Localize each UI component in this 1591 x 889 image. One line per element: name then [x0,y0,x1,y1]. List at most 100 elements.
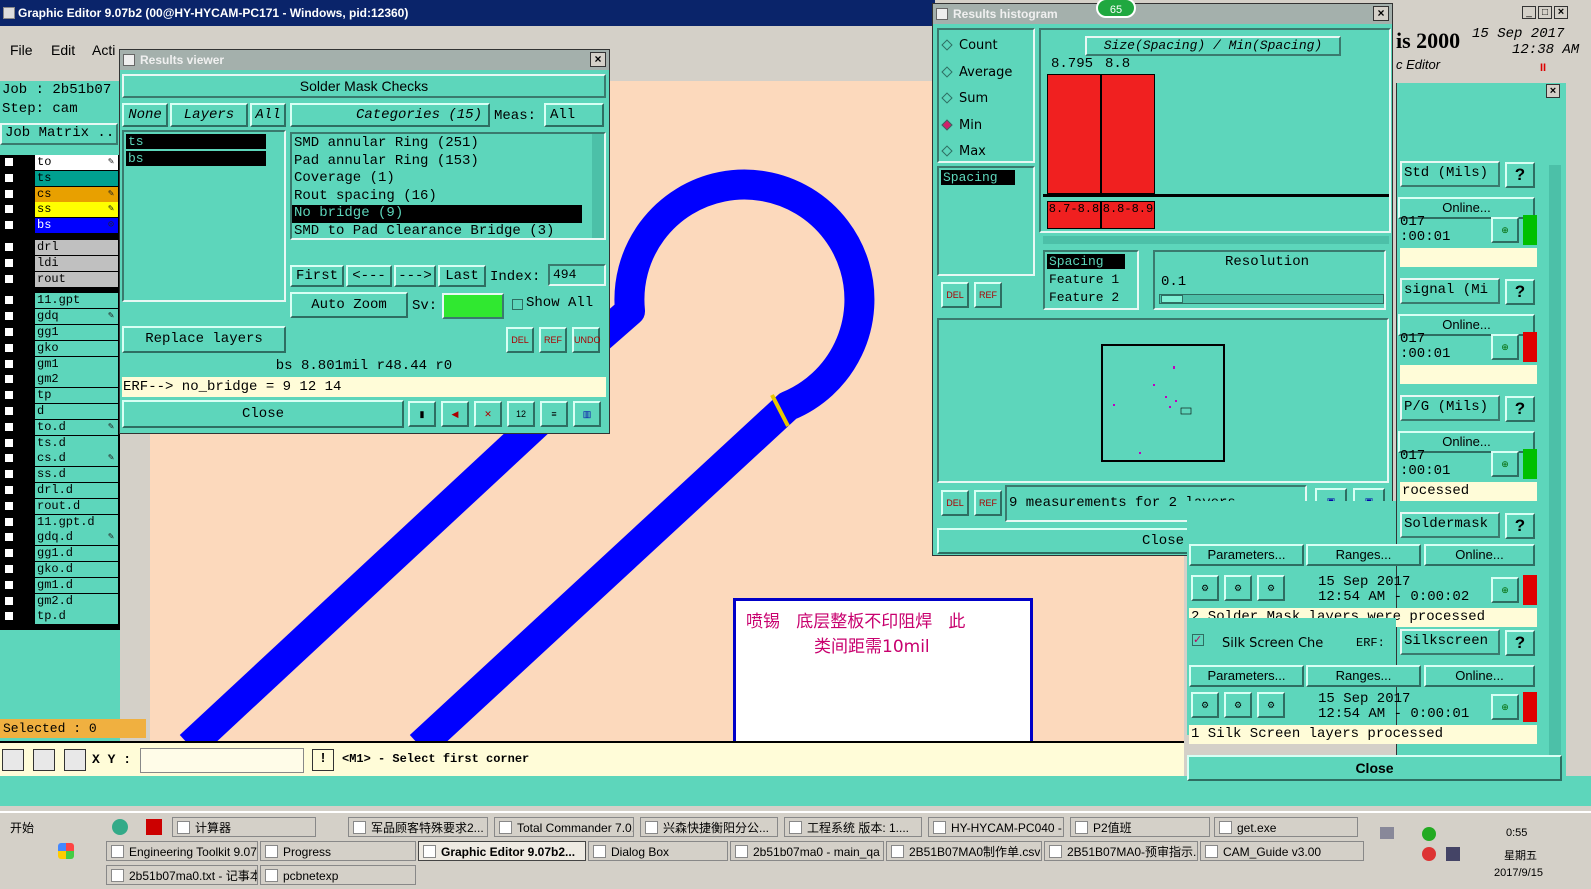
taskbar-item[interactable]: Dialog Box [588,841,728,861]
category-item[interactable]: SMD annular Ring (251) [292,135,604,153]
layer-affected-toggle[interactable] [19,593,33,609]
show-all-checkbox[interactable] [512,299,523,310]
ranges-button[interactable]: Ranges... [1306,544,1421,566]
layer-affected-toggle[interactable] [19,388,33,404]
parameters-button[interactable]: Parameters... [1189,665,1304,687]
layer-checkbox[interactable] [4,172,14,183]
layer-name[interactable]: ldi [35,255,118,271]
layer-checkbox[interactable] [4,390,14,401]
zoom-icon[interactable]: ⊕ [1491,334,1519,360]
tray-google-icon[interactable] [1422,847,1436,861]
layer-affected-toggle[interactable] [19,240,33,255]
histogram-bar[interactable] [1047,74,1101,194]
layer-checkbox[interactable] [4,188,14,199]
layer-checkbox[interactable] [4,157,14,167]
measurement-item-spacing[interactable]: Spacing [941,170,1015,185]
layer-row[interactable]: rout.d [0,498,118,514]
layer-affected-toggle[interactable] [19,514,33,530]
silk-check-icon[interactable]: ✓ [1192,634,1204,646]
layer-affected-toggle[interactable] [19,435,33,451]
ref-button[interactable]: REF [539,327,567,353]
layer-row[interactable]: to.d ✎ [0,419,118,435]
layer-name[interactable]: drl.d [35,483,118,498]
menu-edit[interactable]: Edit [51,42,75,58]
layer-row[interactable]: drl.d [0,483,118,498]
layer-affected-toggle[interactable] [19,218,33,234]
layer-name[interactable]: gg1 [35,325,118,340]
layer-affected-toggle[interactable] [19,404,33,419]
layer-affected-toggle[interactable] [19,530,33,546]
layer-row[interactable]: gko.d [0,562,118,577]
layer-row[interactable]: ldi [0,255,118,271]
layer-checkbox[interactable] [4,564,14,574]
layer-checkbox[interactable] [4,437,14,448]
layer-row[interactable]: gdq ✎ [0,309,118,325]
layer-row[interactable]: 11.gpt [0,293,118,309]
checklist-scrollbar[interactable] [1549,165,1561,755]
layer-name[interactable]: gdq.d [35,530,118,546]
run-all-icon[interactable]: ⚙ [1224,692,1252,718]
layer-row[interactable]: cs ✎ [0,186,118,202]
layer-checkbox[interactable] [4,220,14,231]
layer-row[interactable]: gdq.d ✎ [0,530,118,546]
layer-name[interactable]: ts.d [35,435,118,451]
layer-checkbox[interactable] [4,242,14,252]
check-name[interactable]: signal (Mi [1400,278,1500,304]
layer-listbox[interactable]: ts bs [122,130,286,302]
layer-checkbox[interactable] [4,453,14,464]
two-icon[interactable]: 12 [507,401,535,427]
layer-affected-toggle[interactable] [19,451,33,467]
category-item[interactable]: No bridge (9) [292,205,582,223]
category-item[interactable]: Coverage (1) [292,170,604,188]
layer-checkbox[interactable] [4,532,14,543]
maximize-button[interactable]: □ [1538,6,1552,19]
layer-name[interactable]: ts [35,170,118,186]
close-icon[interactable]: × [590,52,606,67]
layer-row[interactable]: ss ✎ [0,202,118,218]
layer-row[interactable]: gg1 [0,325,118,340]
taskbar-item[interactable]: Progress [260,841,416,861]
zoom-icon[interactable]: ⊕ [1491,577,1519,603]
layer-name[interactable]: gm1 [35,356,118,372]
layer-checkbox[interactable] [4,595,14,606]
run-icon[interactable]: ⚙ [1191,692,1219,718]
stop-icon[interactable]: ⚙ [1257,575,1285,601]
close-icon[interactable]: × [1373,6,1389,21]
taskbar-item[interactable]: 军品顾客特殊要求2... [348,817,488,837]
back-icon[interactable]: ◀ [441,401,469,427]
statistic-option-min[interactable]: Min [941,116,982,136]
zoom-icon[interactable]: ⊕ [1491,694,1519,720]
taskbar-item[interactable]: 2B51B07MA0制作单.csv [886,841,1042,861]
check-name[interactable]: P/G (Mils) [1400,395,1500,421]
layer-row[interactable]: gm2.d [0,593,118,609]
layer-name[interactable]: rout [35,271,118,287]
layer-checkbox[interactable] [4,500,14,511]
layer-checkbox[interactable] [4,311,14,322]
layer-name[interactable]: to.d [35,419,118,435]
histogram-icon[interactable]: ▥ [573,401,601,427]
index-input[interactable]: 494 [548,264,606,286]
layer-name[interactable]: to [35,155,118,170]
layer-checkbox[interactable] [4,485,14,495]
help-button[interactable]: ? [1505,162,1535,188]
taskbar-item[interactable]: HY-HYCAM-PC040 - T... [928,817,1064,837]
last-button[interactable]: Last [438,265,486,287]
layer-row[interactable]: gm2 [0,372,118,388]
menu-actions[interactable]: Acti [92,42,115,58]
taskbar-item[interactable]: 计算器 [172,817,316,837]
tray-network-icon[interactable] [1380,827,1394,839]
minimize-button[interactable]: _ [1522,6,1536,19]
layer-row[interactable]: 11.gpt.d [0,514,118,530]
scatter-del-button[interactable]: DEL [941,490,969,516]
feature-row-2[interactable]: Feature 2 [1047,290,1119,305]
layer-checkbox[interactable] [4,295,14,306]
histogram-range-label[interactable]: 8.8-8.9 [1101,201,1155,229]
layer-row[interactable]: gm1.d [0,577,118,593]
quicklaunch-icon[interactable] [112,819,128,835]
layer-affected-toggle[interactable] [19,483,33,498]
job-matrix-button[interactable]: Job Matrix .. [0,123,118,145]
resolution-slider-thumb[interactable] [1161,295,1183,303]
layer-affected-toggle[interactable] [19,202,33,218]
layer-row[interactable]: d [0,404,118,419]
layer-checkbox[interactable] [4,374,14,385]
